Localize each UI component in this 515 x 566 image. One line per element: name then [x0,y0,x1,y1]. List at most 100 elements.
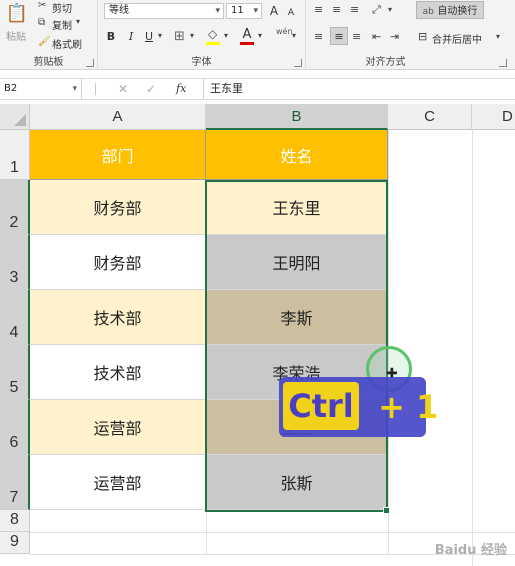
row-header-3[interactable]: 3 [0,235,30,290]
copy-icon: ⧉ [38,17,46,28]
formula-bar: B2 ▾ ✕ ✓ fx 王东里 [0,78,515,100]
merge-center-button[interactable]: 合并后居中 [432,31,482,46]
fill-color-icon[interactable]: ◇ [208,27,217,41]
font-group: 等线 ▾ 11 ▾ A A B I U ▾ ⊞ ▾ ◇ ▾ A ▾ wén ▾ … [98,0,306,70]
clipboard-group: 📋 粘贴 ✂ 剪切 ⧉ 复制 ▾ 🖌 格式刷 剪贴板 [0,0,98,70]
row-number: 8 [10,511,19,528]
row-number: 1 [10,159,19,176]
gridline [472,130,473,566]
align-top-icon[interactable]: ≡ [314,3,323,16]
align-center-button[interactable]: ≡ [330,27,348,45]
shrink-font-button[interactable]: A [282,4,300,22]
paste-icon[interactable]: 📋 [4,2,30,26]
cell-b2[interactable]: 王东里 [206,180,388,235]
alignment-launcher-icon[interactable] [499,59,507,67]
confirm-icon[interactable]: ✓ [146,79,156,99]
insert-function-icon[interactable]: fx [176,79,186,99]
ctrl-key: Ctrl [283,382,359,430]
phonetic-dropdown-icon[interactable]: ▾ [292,31,296,40]
merge-dropdown-icon[interactable]: ▾ [496,32,500,41]
formula-input[interactable]: 王东里 [203,79,515,99]
cell-b3[interactable]: 王明阳 [206,235,388,290]
formula-bar-separator [95,83,96,95]
copy-button[interactable]: 复制 [52,17,72,32]
row-number: 2 [9,214,19,231]
row-header-5[interactable]: 5 [0,345,30,400]
cell-a7[interactable]: 运营部 [30,455,206,510]
align-middle-icon[interactable]: ≡ [332,3,341,16]
underline-button[interactable]: U [140,28,158,46]
column-header-c[interactable]: C [388,104,472,130]
font-launcher-icon[interactable] [294,59,302,67]
row-header-7[interactable]: 7 [0,455,30,510]
row-header-4[interactable]: 4 [0,290,30,345]
cancel-icon[interactable]: ✕ [118,79,128,99]
merge-center-icon[interactable]: ⊟ [418,30,427,43]
grow-font-button[interactable]: A [265,2,283,20]
bold-button[interactable]: B [102,28,120,46]
align-right-icon[interactable]: ≡ [352,30,361,43]
name-box[interactable]: B2 ▾ [0,79,82,99]
underline-dropdown-icon[interactable]: ▾ [158,31,162,40]
wrap-text-icon: ab [422,7,434,17]
fill-handle[interactable] [383,507,390,514]
wrap-text-button[interactable]: ab 自动换行 [416,1,484,19]
cell-a5[interactable]: 技术部 [30,345,206,400]
align-bottom-icon[interactable]: ≡ [350,3,359,16]
alignment-group: ≡ ≡ ≡ ⤢ ▾ ab 自动换行 ≡ ≡ ≡ ⇤ ⇥ ⊟ 合并后居中 ▾ 对齐… [306,0,515,70]
column-header-d[interactable]: D [472,104,515,130]
select-all-triangle-icon [14,114,26,126]
cell-b1[interactable]: 姓名 [206,130,388,180]
worksheet-grid: A B C D 1 2 3 4 5 6 7 8 9 部门 姓名 财务部 王东里 … [0,104,515,566]
decrease-indent-icon[interactable]: ⇤ [372,30,381,43]
cell-a4[interactable]: 技术部 [30,290,206,345]
copy-dropdown-icon[interactable]: ▾ [76,17,80,26]
wrap-text-label: 自动换行 [437,6,478,17]
chevron-down-icon: ▾ [253,6,258,16]
cell-a2[interactable]: 财务部 [30,180,206,235]
ribbon: 📋 粘贴 ✂ 剪切 ⧉ 复制 ▾ 🖌 格式刷 剪贴板 等线 ▾ 11 ▾ A A… [0,0,515,70]
format-painter-button[interactable]: 格式刷 [52,36,82,51]
row-header-8[interactable]: 8 [0,510,30,532]
font-name-select[interactable]: 等线 ▾ [104,3,224,19]
cell-a1[interactable]: 部门 [30,130,206,180]
border-icon[interactable]: ⊞ [174,29,185,44]
cut-button[interactable]: 剪切 [52,0,72,15]
paste-button[interactable]: 粘贴 [6,28,26,43]
row-number: 5 [9,379,19,396]
italic-button[interactable]: I [122,28,140,46]
font-size-select[interactable]: 11 ▾ [226,3,262,19]
alignment-group-label: 对齐方式 [365,57,406,68]
name-box-value: B2 [4,83,18,94]
shortcut-overlay: Ctrl + 1 [279,377,438,437]
phonetic-button[interactable]: wén [276,27,293,36]
chevron-down-icon: ▾ [72,84,77,94]
align-center-icon: ≡ [334,30,344,43]
row-header-2[interactable]: 2 [0,180,30,235]
column-header-a[interactable]: A [30,104,206,130]
border-dropdown-icon[interactable]: ▾ [190,31,194,40]
row-number: 7 [9,489,19,506]
font-name-value: 等线 [109,5,129,16]
align-left-icon[interactable]: ≡ [314,30,323,43]
cell-b4[interactable]: 李斯 [206,290,388,345]
font-size-value: 11 [231,5,244,16]
shortcut-rest: + 1 [367,388,439,426]
cell-b7[interactable]: 张斯 [206,455,388,510]
clipboard-launcher-icon[interactable] [86,59,94,67]
fill-dropdown-icon[interactable]: ▾ [224,31,228,40]
row-header-6[interactable]: 6 [0,400,30,455]
cell-a3[interactable]: 财务部 [30,235,206,290]
row-number: 3 [9,269,19,286]
increase-indent-icon[interactable]: ⇥ [390,30,399,43]
column-header-b[interactable]: B [206,104,388,130]
row-header-9[interactable]: 9 [0,532,30,554]
row-header-1[interactable]: 1 [0,130,30,180]
orientation-dropdown-icon[interactable]: ▾ [388,5,392,14]
font-group-label: 字体 [191,57,212,68]
cell-a6[interactable]: 运营部 [30,400,206,455]
font-color-dropdown-icon[interactable]: ▾ [258,31,262,40]
row-number: 9 [10,533,19,550]
orientation-icon[interactable]: ⤢ [372,3,381,17]
select-all-button[interactable] [0,104,30,130]
